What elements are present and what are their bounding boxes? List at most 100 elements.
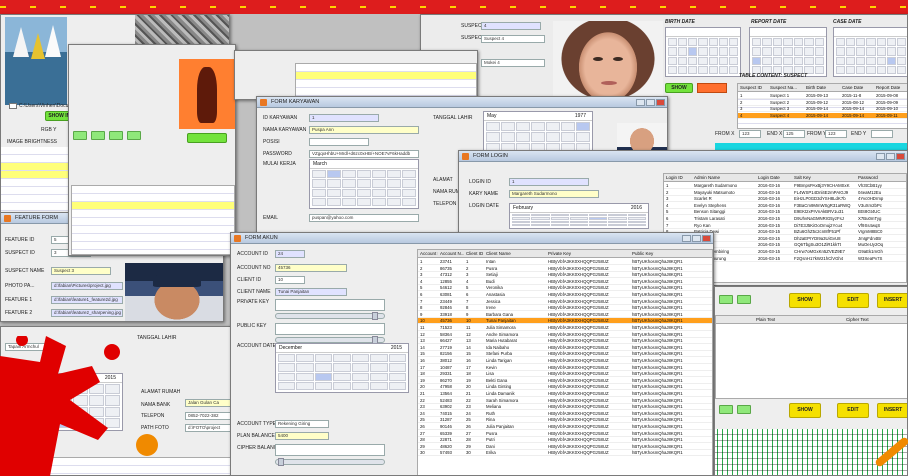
employee-name-field[interactable]: Puspa Ann <box>309 126 419 134</box>
table-row[interactable]: 6 63081 6 Anastasia HBtyVbfA3KK0XHQQPGz58UZ h… <box>418 292 712 298</box>
calendar-day[interactable] <box>793 56 804 65</box>
calendar-day[interactable] <box>550 220 569 223</box>
calendar-day[interactable] <box>576 122 590 132</box>
user-field[interactable]: Margareth Sudarmono <box>509 190 599 198</box>
calendar-day[interactable] <box>608 220 627 223</box>
table-row[interactable]: 5 54612 5 Veronika HBtyVbfA3KK0XHQQPGz58UZ hB… <box>418 285 712 292</box>
calendar-day[interactable] <box>357 197 371 206</box>
calendar-day[interactable] <box>668 65 678 74</box>
calendar-day[interactable] <box>342 188 356 197</box>
calendar-day[interactable] <box>846 65 856 74</box>
calendar-day[interactable] <box>357 170 371 179</box>
calendar-day[interactable] <box>351 363 370 372</box>
calendar-day[interactable] <box>561 122 575 132</box>
calendar-day[interactable] <box>370 354 388 363</box>
color-button[interactable] <box>697 83 727 93</box>
login-col-header[interactable]: Salt Key <box>794 174 856 182</box>
table-row[interactable]: 2 Mayayuki Matsumoto 2016-03-16 FL4WSP14Dnl… <box>664 190 906 196</box>
calendar-day[interactable] <box>678 47 688 56</box>
table-row[interactable]: 22 52483 22 Sarah Simamora HBtyVbfA3KK0XHQQP… <box>418 398 712 404</box>
calendar-day[interactable] <box>698 65 708 74</box>
calendar-day[interactable] <box>531 217 550 220</box>
show-button[interactable]: SHOW <box>665 83 693 93</box>
from-x-field[interactable]: 123 <box>739 130 761 138</box>
calendar-day[interactable] <box>546 122 560 132</box>
calendar-day[interactable] <box>333 381 351 390</box>
calendar-day[interactable] <box>296 381 314 390</box>
calendar-day[interactable] <box>896 38 906 47</box>
table-row[interactable]: 3 Suspect 3 2015-09-14 2015-09-14 2015-09-10 <box>738 106 907 113</box>
calendar-day[interactable] <box>718 47 728 56</box>
calendar-day[interactable] <box>804 38 814 47</box>
calendar-day[interactable] <box>886 65 896 74</box>
calendar-day[interactable] <box>698 47 708 56</box>
account-col-header[interactable]: Client Name <box>486 250 546 258</box>
calendar-day[interactable] <box>728 56 738 65</box>
phone-field[interactable]: 0852-7022-382 <box>185 412 235 420</box>
suspect-id-field[interactable]: 4 <box>481 22 541 30</box>
client-id-select[interactable]: 10 <box>275 276 305 284</box>
calendar-day[interactable] <box>589 217 608 220</box>
suspect-name-field[interactable]: Suspect 3 <box>51 267 111 275</box>
prev-button[interactable] <box>91 131 105 140</box>
table-row[interactable]: 4 Suspect 4 2015-09-14 2015-09-14 2015-09-11 <box>738 112 907 119</box>
calendar-day[interactable] <box>836 56 846 65</box>
calendar-day[interactable] <box>793 47 804 56</box>
calendar-day[interactable] <box>752 56 762 65</box>
calendar-day[interactable] <box>608 217 627 220</box>
calendar-day[interactable] <box>516 132 530 142</box>
calendar-day[interactable] <box>296 372 314 381</box>
table-row[interactable]: 14 27719 14 Ida Naibaho HBtyVbfA3KK0XHQQPGz5… <box>418 345 712 351</box>
calendar-day[interactable] <box>836 47 846 56</box>
table-row[interactable]: 6 Tristam Larasati 2016-03-15 D9UhvNaGMNRIG… <box>664 216 906 222</box>
table-row[interactable]: 1 23741 1 Intan HBtyVbfA3KK0XHQQPGz58UZ hBTyU… <box>418 259 712 265</box>
prev-page-button-2[interactable] <box>719 405 733 414</box>
public-key-field[interactable] <box>275 323 385 335</box>
calendar-day[interactable] <box>501 122 515 132</box>
table-row[interactable]: 7 23449 7 Jessica HBtyVbfA3KK0XHQQPGz58UZ hBT… <box>418 299 712 305</box>
calendar-day[interactable] <box>372 197 386 206</box>
calendar-day[interactable] <box>314 372 333 381</box>
calendar-day[interactable] <box>357 179 371 188</box>
calendar-day[interactable] <box>314 381 333 390</box>
calendar-day[interactable] <box>387 170 401 179</box>
calendar-day[interactable] <box>698 38 708 47</box>
minimize-button[interactable] <box>876 153 885 160</box>
calendar-day[interactable] <box>372 188 386 197</box>
calendar-day[interactable] <box>627 214 646 217</box>
table-row[interactable]: 4 12855 4 Budi HBtyVbfA3KK0XHQQPGz58UZ hBTyUK… <box>418 279 712 285</box>
calendar-day[interactable] <box>333 363 351 372</box>
account-id-field[interactable]: 24 <box>275 250 305 258</box>
calendar-day[interactable] <box>327 179 341 188</box>
calendar-day[interactable] <box>678 38 688 47</box>
calendar-day[interactable] <box>402 170 416 179</box>
position-select[interactable] <box>309 138 369 146</box>
calendar-day[interactable] <box>846 56 856 65</box>
calendar-day[interactable] <box>333 372 351 381</box>
calendar-day[interactable] <box>698 56 708 65</box>
table-row[interactable]: 19 86270 19 Bekti Gana HBtyVbfA3KK0XHQQPGz58… <box>418 378 712 384</box>
prev-page-button[interactable] <box>719 295 733 304</box>
table-row[interactable]: 9 33918 9 Barbara Gana HBtyVbfA3KK0XHQQPGz58… <box>418 312 712 318</box>
report-date-calendar[interactable] <box>749 27 827 77</box>
calendar-day[interactable] <box>314 363 333 372</box>
calendar-day[interactable] <box>327 197 341 206</box>
photo-path-field[interactable]: d:\FOTO\project <box>185 424 235 432</box>
end-x-field[interactable]: 125 <box>783 130 805 138</box>
calendar-day[interactable] <box>783 38 793 47</box>
calendar-day[interactable] <box>688 65 698 74</box>
table-row[interactable]: 5 Benson Sitanggi 2016-03-15 E9EKt2xPrVnAkB… <box>664 209 906 216</box>
table-row[interactable]: 20 47958 20 Linda Ginting HBtyVbfA3KK0XHQQPG… <box>418 384 712 391</box>
table-row[interactable]: 1 Margareth Sudarmono 2016-03-16 F9BmpsPAxB… <box>664 183 906 189</box>
table-row[interactable]: 17 10487 17 Kevin HBtyVbfA3KK0XHQQPGz58UZ hBT… <box>418 365 712 371</box>
calendar-day[interactable] <box>608 223 627 226</box>
account-no-field[interactable]: 45736 <box>275 264 347 272</box>
calendar-day[interactable] <box>278 363 296 372</box>
calendar-day[interactable] <box>402 188 416 197</box>
calendar-day[interactable] <box>342 170 356 179</box>
account-col-header[interactable]: Private Key <box>548 250 630 258</box>
calendar-day[interactable] <box>627 220 646 223</box>
calendar-day[interactable] <box>856 47 866 56</box>
calendar-day[interactable] <box>718 38 728 47</box>
maximize-button[interactable] <box>646 99 655 106</box>
